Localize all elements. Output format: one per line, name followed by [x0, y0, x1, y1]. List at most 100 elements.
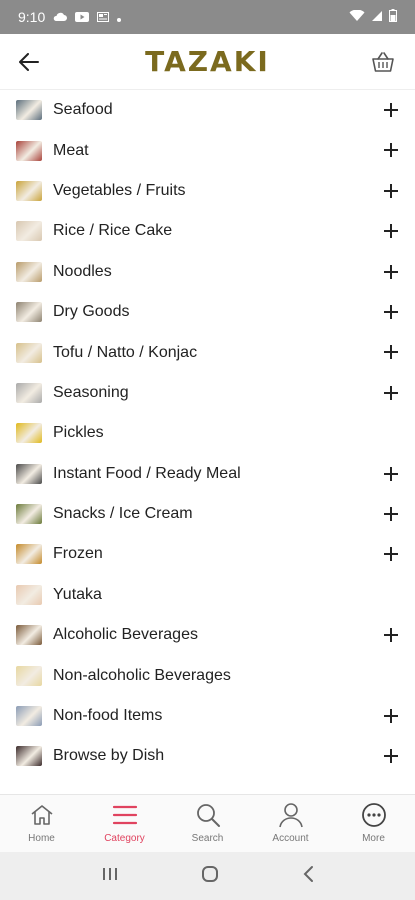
category-item[interactable]: Non-alcoholic Beverages	[0, 655, 415, 695]
category-thumbnail	[16, 423, 42, 444]
category-label: Tofu / Natto / Konjac	[53, 343, 198, 361]
nav-label: More	[362, 833, 385, 844]
category-list: Seafood Meat Vegetables / Fruits Rice / Ric…	[0, 90, 415, 777]
category-item[interactable]: Dry Goods	[0, 292, 415, 332]
expand-plus-icon[interactable]	[379, 340, 403, 364]
category-thumbnail	[16, 746, 42, 767]
news-icon	[97, 9, 110, 25]
category-label: Pickles	[53, 424, 104, 442]
expand-plus-icon[interactable]	[379, 179, 403, 203]
category-item[interactable]: Rice / Rice Cake	[0, 211, 415, 251]
category-label: Yutaka	[53, 585, 102, 603]
category-label: Snacks / Ice Cream	[53, 505, 193, 523]
status-bar: 9:10	[0, 0, 415, 34]
nav-item-more[interactable]: More	[332, 795, 415, 852]
battery-icon	[389, 9, 397, 25]
category-item[interactable]: Tofu / Natto / Konjac	[0, 332, 415, 372]
category-thumbnail	[16, 100, 42, 121]
category-label: Non-food Items	[53, 707, 163, 725]
more-icon	[360, 801, 388, 829]
category-item[interactable]: Seasoning	[0, 373, 415, 413]
category-thumbnail	[16, 504, 42, 525]
category-label: Rice / Rice Cake	[53, 222, 173, 240]
category-thumbnail	[16, 261, 42, 282]
category-label: Alcoholic Beverages	[53, 626, 198, 644]
nav-label: Category	[104, 833, 145, 844]
nav-item-search[interactable]: Search	[166, 795, 249, 852]
brand-logo: TAZAKI	[145, 45, 270, 78]
category-thumbnail	[16, 584, 42, 605]
basket-button[interactable]	[369, 48, 397, 76]
category-thumbnail	[16, 665, 42, 686]
category-item[interactable]: Vegetables / Fruits	[0, 171, 415, 211]
cloud-icon	[53, 9, 68, 25]
home-icon	[28, 801, 56, 829]
expand-plus-icon[interactable]	[379, 381, 403, 405]
category-label: Non-alcoholic Beverages	[53, 666, 231, 684]
expand-plus-icon[interactable]	[379, 219, 403, 243]
category-item[interactable]: Frozen	[0, 534, 415, 574]
category-label: Vegetables / Fruits	[53, 181, 186, 199]
bottom-nav: Home Category Search Account More	[0, 794, 415, 852]
category-thumbnail	[16, 544, 42, 565]
category-thumbnail	[16, 140, 42, 161]
expand-plus-icon[interactable]	[379, 300, 403, 324]
expand-plus-icon[interactable]	[379, 138, 403, 162]
expand-plus-icon[interactable]	[379, 704, 403, 728]
expand-plus-icon[interactable]	[379, 744, 403, 768]
category-thumbnail	[16, 302, 42, 323]
category-label: Frozen	[53, 545, 103, 563]
nav-label: Search	[191, 833, 224, 844]
signal-icon	[371, 9, 383, 25]
back-chevron-icon[interactable]	[302, 865, 314, 888]
status-time: 9:10	[18, 9, 46, 25]
recent-apps-icon[interactable]	[101, 866, 119, 887]
category-thumbnail	[16, 180, 42, 201]
nav-item-account[interactable]: Account	[249, 795, 332, 852]
category-item[interactable]: Pickles	[0, 413, 415, 453]
category-item[interactable]: Non-food Items	[0, 696, 415, 736]
home-circle-icon[interactable]	[200, 864, 220, 889]
category-label: Seasoning	[53, 383, 129, 401]
nav-item-home[interactable]: Home	[0, 795, 83, 852]
nav-label: Home	[28, 833, 55, 844]
category-label: Browse by Dish	[53, 747, 165, 765]
category-label: Noodles	[53, 262, 112, 280]
dot-icon	[117, 9, 122, 25]
category-thumbnail	[16, 463, 42, 484]
category-item[interactable]: Instant Food / Ready Meal	[0, 454, 415, 494]
nav-item-category[interactable]: Category	[83, 795, 166, 852]
category-thumbnail	[16, 221, 42, 242]
expand-plus-icon[interactable]	[379, 623, 403, 647]
category-item[interactable]: Alcoholic Beverages	[0, 615, 415, 655]
category-thumbnail	[16, 382, 42, 403]
wifi-icon	[349, 9, 365, 25]
category-item[interactable]: Browse by Dish	[0, 736, 415, 776]
expand-plus-icon[interactable]	[379, 462, 403, 486]
category-label: Instant Food / Ready Meal	[53, 464, 241, 482]
category-item[interactable]: Seafood	[0, 90, 415, 130]
category-label: Dry Goods	[53, 303, 130, 321]
category-thumbnail	[16, 706, 42, 727]
system-nav-bar	[0, 852, 415, 900]
expand-plus-icon[interactable]	[379, 98, 403, 122]
youtube-icon	[75, 9, 90, 25]
category-item[interactable]: Snacks / Ice Cream	[0, 494, 415, 534]
expand-plus-icon[interactable]	[379, 502, 403, 526]
category-thumbnail	[16, 625, 42, 646]
account-icon	[277, 801, 305, 829]
expand-plus-icon[interactable]	[379, 542, 403, 566]
back-button[interactable]	[16, 49, 42, 75]
category-item[interactable]: Yutaka	[0, 575, 415, 615]
category-item[interactable]: Meat	[0, 130, 415, 170]
category-item[interactable]: Noodles	[0, 252, 415, 292]
category-thumbnail	[16, 342, 42, 363]
category-label: Seafood	[53, 101, 113, 119]
nav-label: Account	[272, 833, 309, 844]
category-label: Meat	[53, 141, 89, 159]
basket-icon	[372, 52, 394, 72]
app-header: TAZAKI	[0, 34, 415, 90]
expand-plus-icon[interactable]	[379, 260, 403, 284]
search-icon	[194, 801, 222, 829]
menu-icon	[111, 801, 139, 829]
